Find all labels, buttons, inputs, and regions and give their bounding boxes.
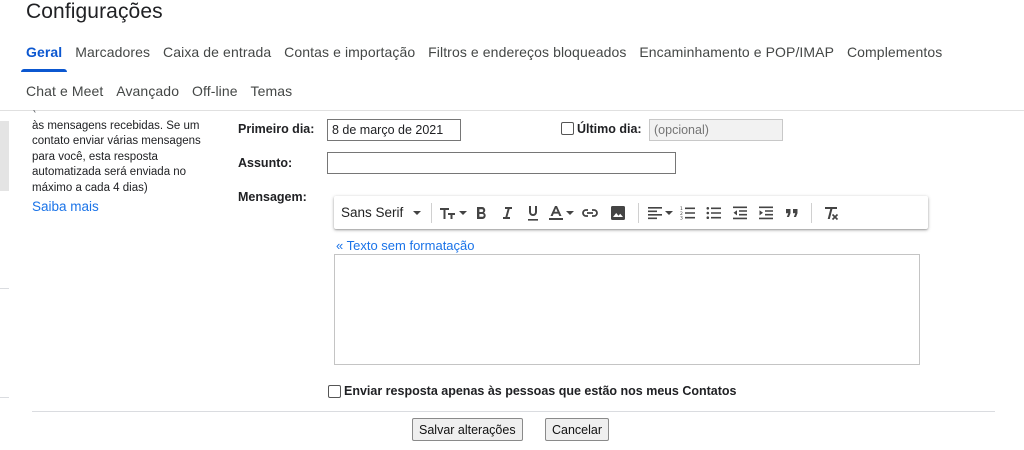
align-button[interactable] [645, 196, 675, 229]
svg-text:3: 3 [680, 215, 683, 220]
message-label: Mensagem: [238, 190, 307, 204]
tab-off-line[interactable]: Off-line [192, 83, 238, 99]
save-changes-button[interactable]: Salvar alterações [412, 418, 523, 441]
quote-button[interactable] [779, 196, 805, 229]
vacation-responder-description: às mensagens recebidas. Se um contato en… [32, 119, 227, 214]
text-color-icon [549, 205, 564, 220]
left-panel-edge [0, 121, 9, 191]
tab-geral[interactable]: Geral [20, 44, 68, 72]
description-line: máximo a cada 4 dias) [32, 181, 148, 194]
insert-link-button[interactable] [576, 196, 604, 229]
link-icon [582, 208, 599, 217]
description-clipped-line: ( [32, 110, 142, 118]
tab-marcadores[interactable]: Marcadores [75, 44, 150, 60]
first-day-input[interactable] [327, 119, 461, 141]
bulleted-list-button[interactable] [701, 196, 727, 229]
learn-more-link[interactable]: Saiba mais [32, 199, 227, 214]
description-line: contato enviar várias mensagens [32, 135, 201, 148]
contacts-only-checkbox[interactable] [328, 385, 341, 398]
font-size-button[interactable] [438, 196, 468, 229]
chevron-down-icon [566, 210, 575, 215]
left-panel-divider [0, 397, 9, 398]
tabs-divider [0, 110, 1024, 111]
indent-increase-icon [759, 206, 774, 219]
tab-complementos[interactable]: Complementos [847, 44, 942, 60]
description-line: às mensagens recebidas. Se um [32, 120, 200, 132]
last-day-input[interactable] [649, 119, 783, 141]
contacts-only-label: Enviar resposta apenas às pessoas que es… [344, 384, 737, 398]
chevron-down-icon [665, 210, 674, 215]
chevron-down-icon [413, 210, 422, 215]
numbered-list-icon: 123 [680, 206, 696, 220]
description-line: automatizada será enviada no [32, 166, 187, 179]
increase-indent-button[interactable] [753, 196, 779, 229]
tab-chat-e-meet[interactable]: Chat e Meet [26, 83, 103, 99]
tab-temas[interactable]: Temas [251, 83, 293, 99]
image-icon [611, 205, 626, 220]
first-day-label: Primeiro dia: [238, 122, 315, 136]
plain-text-link[interactable]: « Texto sem formatação [336, 238, 475, 253]
insert-image-button[interactable] [604, 196, 632, 229]
text-size-icon [440, 207, 456, 219]
decrease-indent-button[interactable] [727, 196, 753, 229]
italic-button[interactable] [494, 196, 520, 229]
last-day-checkbox[interactable] [561, 122, 574, 135]
tab-filtros[interactable]: Filtros e endereços bloqueados [428, 44, 626, 60]
remove-formatting-button[interactable] [818, 196, 844, 229]
tab-caixa-de-entrada[interactable]: Caixa de entrada [163, 44, 271, 60]
underline-icon [528, 205, 539, 221]
settings-tabs-row1: Geral Marcadores Caixa de entrada Contas… [20, 44, 1016, 72]
numbered-list-button[interactable]: 123 [675, 196, 701, 229]
subject-input[interactable] [327, 152, 676, 174]
indent-decrease-icon [733, 206, 748, 219]
toolbar-separator [811, 202, 813, 223]
formatting-toolbar: Sans Serif 123 [334, 196, 928, 229]
align-left-icon [648, 206, 663, 219]
bulleted-list-icon [706, 206, 722, 219]
tab-contas-e-importacao[interactable]: Contas e importação [284, 44, 415, 60]
toolbar-separator [638, 202, 640, 223]
bold-icon [477, 206, 486, 219]
settings-tabs-row2: Chat e Meet Avançado Off-line Temas [26, 83, 1016, 99]
description-line: para você, esta resposta [32, 150, 158, 163]
chevron-down-icon [459, 210, 468, 215]
tab-encaminhamento[interactable]: Encaminhamento e POP/IMAP [639, 44, 834, 60]
italic-icon [503, 206, 513, 219]
left-panel-divider [0, 288, 9, 289]
page-title: Configurações [26, 0, 163, 23]
underline-button[interactable] [520, 196, 546, 229]
font-family-label: Sans Serif [341, 205, 404, 220]
text-color-button[interactable] [546, 196, 576, 229]
last-day-label: Último dia: [577, 122, 642, 136]
message-editor[interactable] [334, 254, 920, 365]
bold-button[interactable] [468, 196, 494, 229]
font-family-select[interactable]: Sans Serif [341, 196, 425, 229]
clear-formatting-icon [825, 206, 839, 220]
quote-icon [786, 208, 798, 217]
subject-label: Assunto: [238, 156, 293, 170]
bottom-divider [32, 411, 995, 412]
tab-avancado[interactable]: Avançado [116, 83, 179, 99]
cancel-button[interactable]: Cancelar [545, 418, 610, 441]
toolbar-separator [431, 202, 433, 223]
